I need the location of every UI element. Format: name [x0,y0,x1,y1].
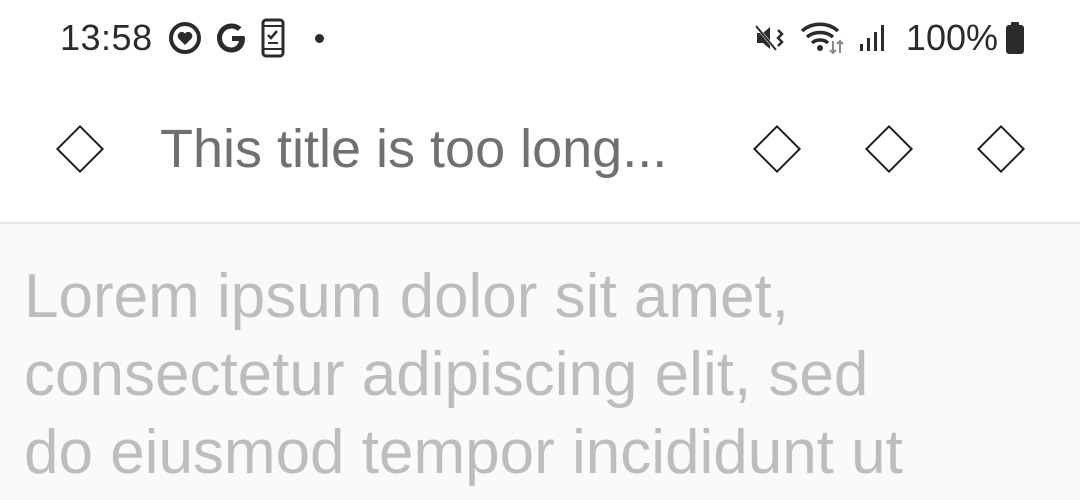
action-diamond-button-1[interactable] [752,124,802,174]
status-bar: 13:58 100% [0,0,1080,76]
body-text-line: consectetur adipiscing elit, sed [24,340,869,409]
status-bar-right: 100% [754,14,1026,62]
phone-checklist-icon [261,18,285,58]
body-text-line: do eiusmod tempor incididunt ut [24,418,903,487]
google-g-icon [215,20,249,56]
nav-diamond-button[interactable] [55,124,105,174]
diamond-icon [55,124,105,174]
wifi-icon [800,21,846,55]
notification-dot-icon [314,33,324,43]
action-diamond-button-2[interactable] [864,124,914,174]
status-bar-left: 13:58 [60,14,324,62]
body-text: Lorem ipsum dolor sit amet, consectetur … [24,258,1064,492]
battery-icon [1004,21,1026,55]
action-diamond-button-3[interactable] [976,124,1026,174]
page-title: This title is too long... [160,119,668,179]
screen: 13:58 100% This title is too long... Lor… [0,0,1080,500]
app-bar: This title is too long... [0,76,1080,224]
diamond-icon [976,124,1026,174]
heart-circle-icon [167,20,203,56]
battery-percentage: 100% [905,17,998,58]
status-clock: 13:58 [60,17,153,58]
signal-icon [858,23,888,53]
diamond-icon [752,124,802,174]
mute-vibrate-icon [754,22,788,54]
diamond-icon [864,124,914,174]
body-text-line: Lorem ipsum dolor sit amet, [24,262,789,331]
